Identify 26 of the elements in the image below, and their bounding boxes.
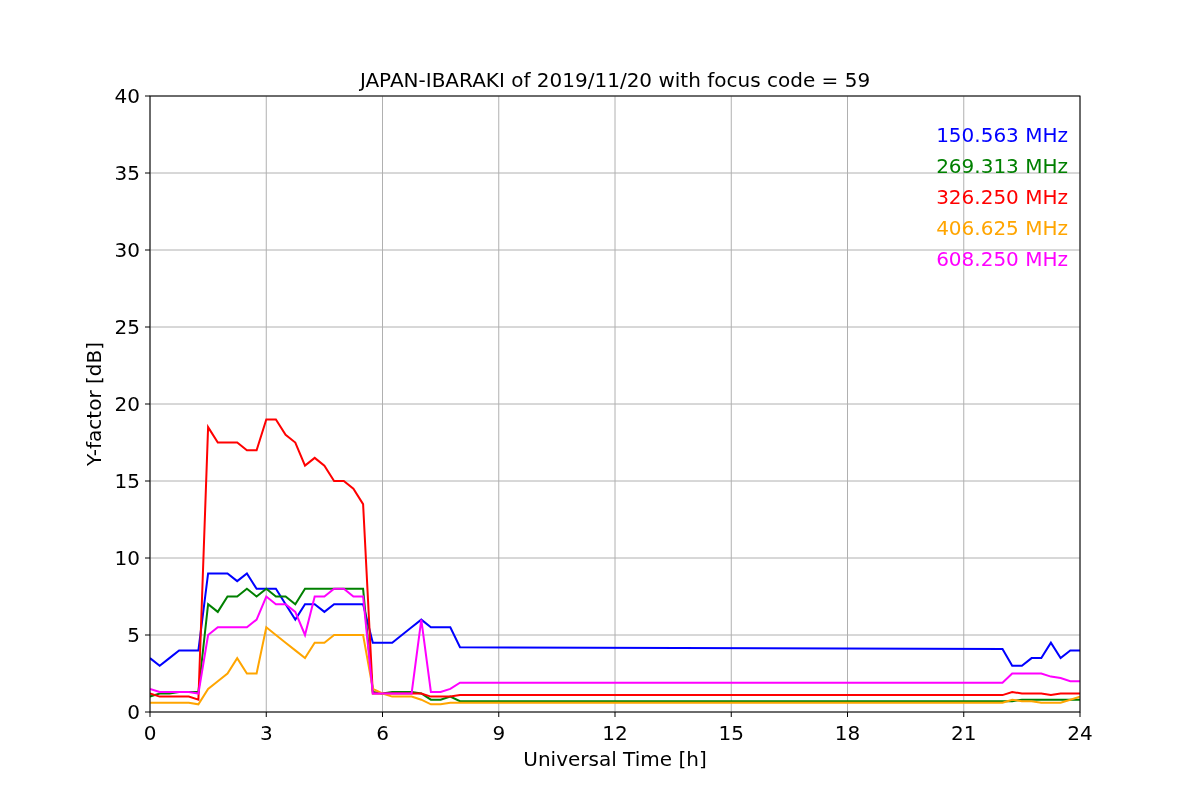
x-tick-label: 6 xyxy=(376,721,389,745)
y-tick-label: 15 xyxy=(114,469,140,493)
x-tick-label: 12 xyxy=(602,721,628,745)
y-tick-label: 0 xyxy=(127,700,140,724)
x-axis-label: Universal Time [h] xyxy=(523,747,707,771)
chart-title: JAPAN-IBARAKI of 2019/11/20 with focus code = 59 xyxy=(359,68,871,92)
legend-label: 326.250 MHz xyxy=(936,185,1068,209)
y-axis-label: Y-factor [dB] xyxy=(82,342,106,466)
y-tick-label: 30 xyxy=(114,238,140,262)
x-tick-label: 18 xyxy=(834,721,861,745)
y-tick-label: 10 xyxy=(114,546,140,570)
x-tick-label: 9 xyxy=(492,721,506,745)
legend-label: 150.563 MHz xyxy=(936,123,1068,147)
legend-label: 406.625 MHz xyxy=(936,216,1068,240)
y-tick-label: 35 xyxy=(114,161,140,185)
legend-label: 269.313 MHz xyxy=(936,154,1068,178)
legend-label: 608.250 MHz xyxy=(936,247,1068,271)
x-tick-label: 15 xyxy=(718,721,744,745)
y-tick-label: 5 xyxy=(127,623,140,647)
x-tick-label: 0 xyxy=(143,721,157,745)
x-tick-label: 3 xyxy=(259,721,273,745)
y-tick-label: 40 xyxy=(114,84,140,108)
y-tick-label: 25 xyxy=(114,315,140,339)
x-tick-label: 24 xyxy=(1067,721,1093,745)
y-tick-label: 20 xyxy=(114,392,140,416)
x-tick-label: 21 xyxy=(951,721,977,745)
